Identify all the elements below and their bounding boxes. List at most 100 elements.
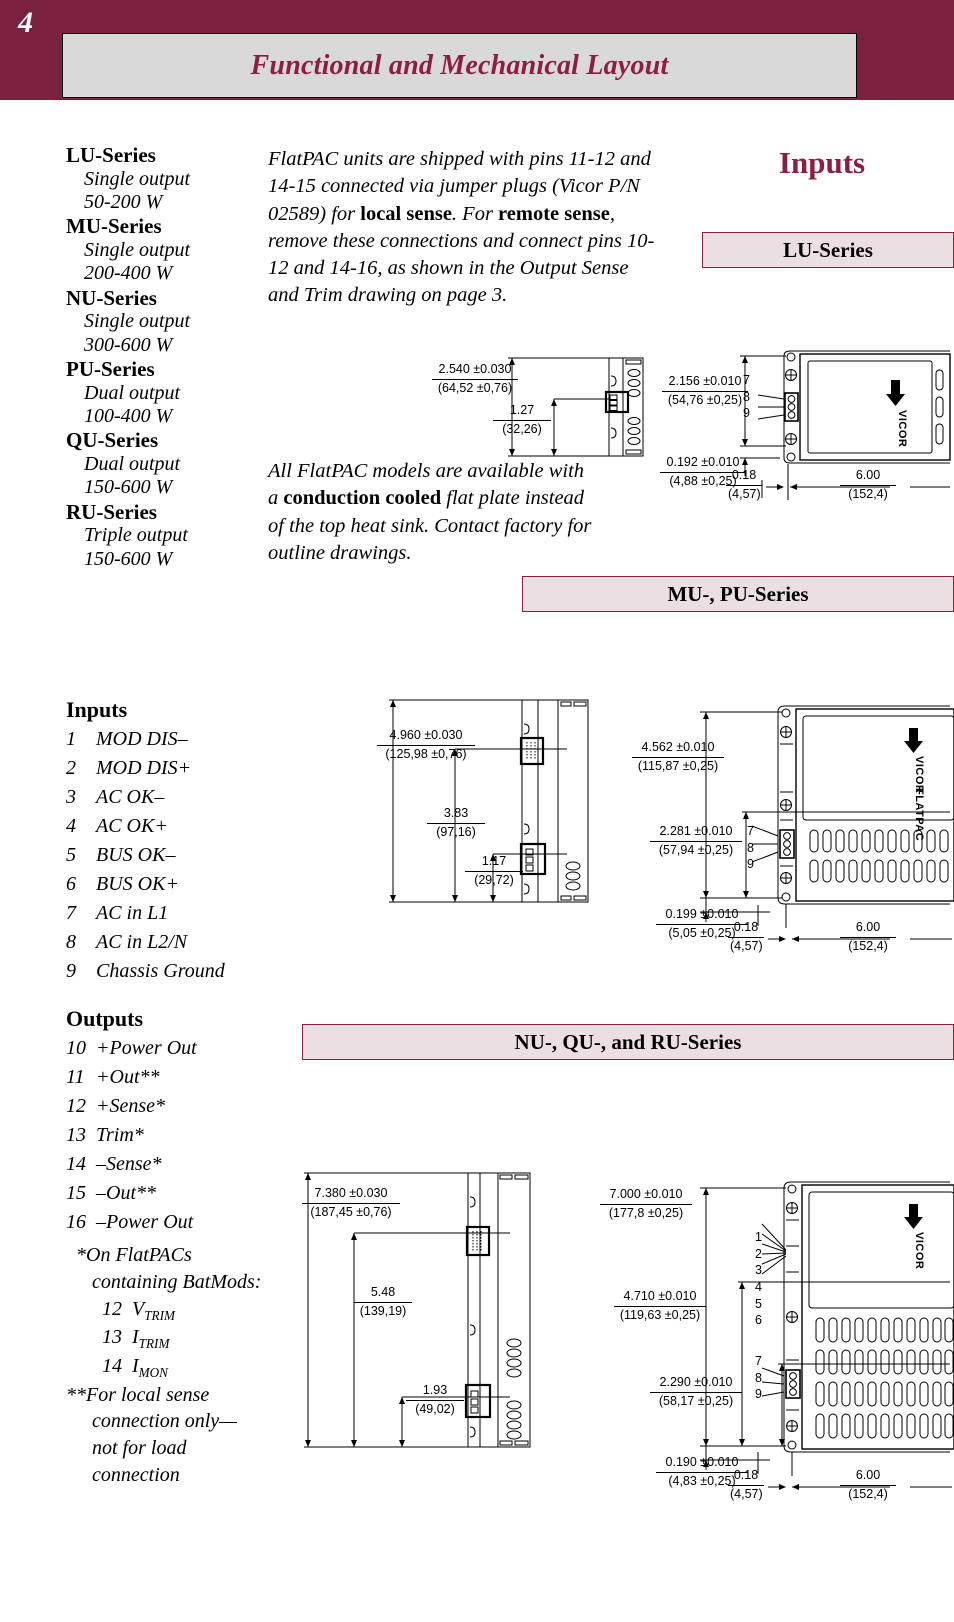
- pin-label: Chassis Ground: [96, 959, 225, 982]
- footnote-dstar-line: connection: [92, 1464, 180, 1487]
- pin-row: 15 –Out**: [66, 1179, 281, 1208]
- dim-inches: 5.48: [354, 1285, 412, 1303]
- pin-row: 1 MOD DIS–: [66, 725, 276, 754]
- pin-number: 2: [66, 756, 76, 779]
- pin-label: MOD DIS+: [96, 756, 192, 779]
- series-list: LU-Series Single output 50-200 W MU-Seri…: [66, 143, 266, 571]
- dim-millimeters: (97,16): [436, 824, 476, 839]
- batmod-pin-subscript: TRIM: [144, 1307, 175, 1323]
- dim-inches: 4.562 ±0.010: [632, 740, 724, 758]
- conduction-cooled-paragraph: All FlatPAC models are available with a …: [268, 458, 598, 567]
- dim-millimeters: (58,17 ±0,25): [658, 1393, 734, 1408]
- series-name: RU-Series: [66, 499, 157, 524]
- pin-number: 7: [66, 901, 76, 924]
- pin-number: 1: [755, 1230, 762, 1244]
- jumper-note-paragraph: FlatPAC units are shipped with pins 11-1…: [268, 146, 658, 310]
- lu-top-edge-dimension: 0.18 (4,57): [726, 468, 762, 502]
- output-pin-list: Outputs 10 +Power Out 11 +Out** 12 +Sense* …: [66, 1005, 281, 1237]
- dim-millimeters: (119,63 ±0,25): [619, 1307, 701, 1322]
- footnote-dstar-line: not for load: [92, 1437, 187, 1460]
- lu-side-overall-dimension: 2.540 ±0.030 (64,52 ±0,76): [432, 362, 518, 396]
- series-name: NU-Series: [66, 285, 157, 310]
- dim-inches: 0.18: [728, 920, 764, 938]
- flatpac-product-text: FLATPAC: [913, 788, 925, 841]
- dim-millimeters: (57,94 ±0,25): [658, 842, 734, 857]
- pin-number: 4: [66, 814, 76, 837]
- pin-row: 16 –Power Out: [66, 1208, 281, 1237]
- pin-row: 5 BUS OK–: [66, 841, 276, 870]
- vicor-brand-text: VICOR: [896, 410, 908, 447]
- pin-number: 7: [747, 824, 754, 838]
- pin-label: +Power Out: [96, 1036, 197, 1059]
- pin-number: 1: [66, 727, 76, 750]
- mu-side-mid-dimension: 3.83 (97,16): [427, 806, 485, 840]
- pin-row: 2 MOD DIS+: [66, 754, 276, 783]
- nu-bottom-dim-line: [762, 1480, 954, 1494]
- pin-number: 7: [755, 1354, 762, 1368]
- dim-inches: 4.960 ±0.030: [377, 728, 475, 746]
- nu-top-edge-dimension: 0.18 (4,57): [728, 1468, 764, 1502]
- pin-label: AC OK+: [96, 814, 168, 837]
- pin-number: 3: [755, 1263, 762, 1278]
- pin-label: +Sense*: [96, 1094, 166, 1117]
- dim-inches: 7.000 ±0.010: [600, 1187, 692, 1205]
- pin-number: 5: [755, 1296, 762, 1311]
- series-power: 300-600 W: [84, 333, 173, 356]
- input-pin-list: Inputs 1 MOD DIS– 2 MOD DIS+ 3 AC OK– 4 AC O…: [66, 696, 276, 986]
- pin-number: 12: [66, 1094, 86, 1117]
- pin-row: 8 AC in L2/N: [66, 928, 276, 957]
- mu-side-overall-dimension: 4.960 ±0.030 (125,98 ±0,76): [377, 728, 475, 762]
- dim-inches: 1.17: [465, 854, 523, 872]
- footnote-star-line: containing BatMods:: [92, 1270, 262, 1293]
- pin-label: +Out**: [96, 1065, 160, 1088]
- pin-number: 8: [755, 1370, 762, 1385]
- pin-number: 14: [66, 1152, 86, 1175]
- footnote-star-line: *On FlatPACs: [76, 1244, 192, 1266]
- series-desc: Triple output: [84, 524, 188, 547]
- series-name: MU-Series: [66, 214, 162, 239]
- pin-number: 8: [743, 389, 750, 404]
- series-desc: Single output: [84, 167, 191, 190]
- page-title-box: Functional and Mechanical Layout: [62, 33, 857, 98]
- pin-label: BUS OK+: [96, 872, 179, 895]
- mu-side-low-dimension: 1.17 (29,72): [465, 854, 523, 888]
- batmod-pin-number: 12: [102, 1297, 122, 1320]
- pin-number: 9: [66, 959, 76, 982]
- mu-bottom-dim-line: [762, 932, 954, 946]
- pin-row: 4 AC OK+: [66, 812, 276, 841]
- series-power: 100-400 W: [84, 404, 173, 427]
- footnote-batmod-pin: 14 IMON: [66, 1353, 296, 1382]
- batmod-pin-symbol: V: [132, 1297, 145, 1320]
- dim-millimeters: (49,02): [415, 1401, 455, 1416]
- mu-top-mid-dimension: 2.281 ±0.010 (57,94 ±0,25): [650, 824, 742, 858]
- lu-bottom-dim-line: [760, 480, 954, 494]
- banner-lu-series: LU-Series: [702, 232, 954, 268]
- series-desc: Dual output: [84, 381, 181, 404]
- series-name: LU-Series: [66, 143, 156, 167]
- dim-inches: 0.18: [728, 1468, 764, 1486]
- jumper-bold-remote-sense: remote sense: [498, 202, 610, 225]
- batmod-pin-subscript: TRIM: [138, 1336, 170, 1352]
- nu-top-low-dimension: 2.290 ±0.010 (58,17 ±0,25): [650, 1375, 742, 1409]
- nu-side-overall-dimension: 7.380 ±0.030 (187,45 ±0,76): [302, 1186, 400, 1220]
- pin-number: 8: [747, 840, 754, 855]
- footnote-batmod-pin: 12 VTRIM: [66, 1296, 296, 1325]
- series-power: 50-200 W: [84, 190, 163, 213]
- series-power: 150-600 W: [84, 476, 173, 499]
- dim-millimeters: (64,52 ±0,76): [437, 380, 513, 395]
- batmod-pin-number: 13: [102, 1326, 122, 1349]
- lu-side-connector-dimension: 1.27 (32,26): [493, 403, 551, 437]
- batmod-pin-subscript: MON: [138, 1364, 168, 1380]
- dim-inches: 1.93: [406, 1383, 464, 1401]
- outputs-heading: Outputs: [66, 1006, 144, 1031]
- nu-top-lower-pin-labels: 7 8 9: [746, 1353, 762, 1403]
- nu-qu-ru-series-top-view-drawing: VICOR: [700, 1178, 954, 1478]
- nu-top-upper-pin-labels: 1 2 3 4 5 6: [746, 1229, 762, 1329]
- dim-inches: 4.710 ±0.010: [614, 1289, 706, 1307]
- pin-number: 3: [66, 785, 76, 808]
- dim-millimeters: (177,8 ±0,25): [608, 1205, 684, 1220]
- pin-row: 6 BUS OK+: [66, 870, 276, 899]
- mu-top-edge-dimension: 0.18 (4,57): [728, 920, 764, 954]
- pin-number: 8: [66, 930, 76, 953]
- footnote-batmod-pin: 13 ITRIM: [66, 1324, 296, 1353]
